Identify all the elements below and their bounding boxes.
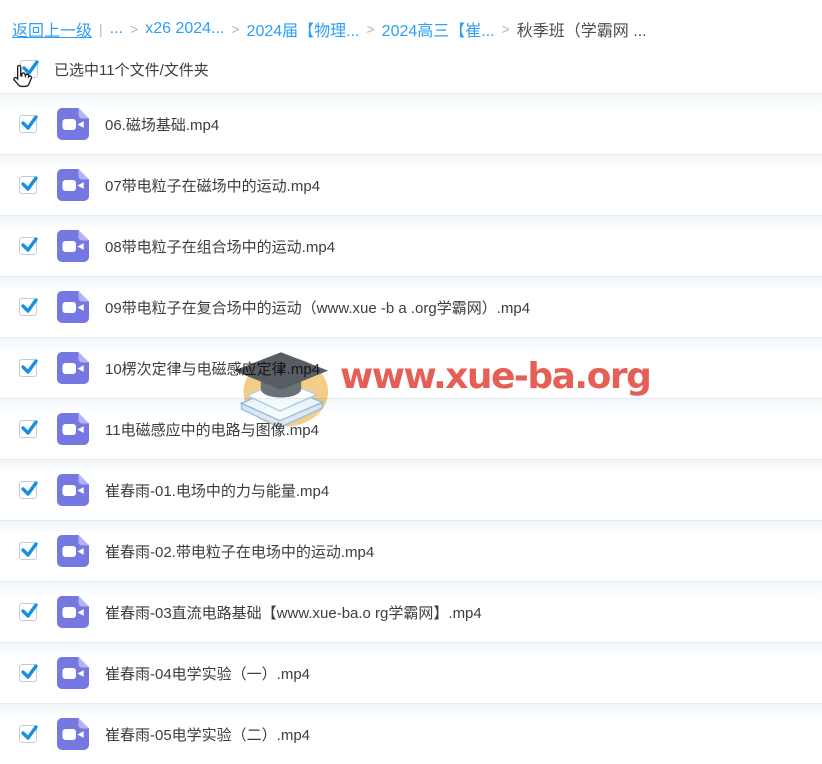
breadcrumb-item-2[interactable]: 2024届【物理...	[247, 17, 360, 41]
file-row[interactable]: 10楞次定律与电磁感应定律.mp4	[0, 337, 822, 398]
breadcrumb-item-1[interactable]: x26 2024...	[145, 20, 224, 38]
hand-pointer-cursor-icon	[8, 62, 38, 94]
breadcrumb-pipe: |	[99, 21, 103, 37]
file-name[interactable]: 崔春雨-01.电场中的力与能量.mp4	[105, 480, 329, 501]
file-name[interactable]: 06.磁场基础.mp4	[105, 114, 219, 135]
checkmark-icon	[19, 723, 39, 743]
file-name[interactable]: 10楞次定律与电磁感应定律.mp4	[105, 358, 320, 379]
file-row[interactable]: 07带电粒子在磁场中的运动.mp4	[0, 154, 822, 215]
breadcrumb-separator: >	[366, 21, 374, 37]
checkmark-icon	[19, 235, 39, 255]
file-checkbox[interactable]	[19, 664, 37, 682]
checkmark-icon	[19, 113, 39, 133]
checkmark-icon	[19, 357, 39, 377]
video-file-icon	[56, 534, 90, 568]
file-name[interactable]: 11电磁感应中的电路与图像.mp4	[105, 419, 319, 440]
video-file-icon	[56, 351, 90, 385]
breadcrumb-item-3[interactable]: 2024高三【崔...	[382, 17, 495, 41]
file-checkbox[interactable]	[19, 298, 37, 316]
file-row[interactable]: 09带电粒子在复合场中的运动（www.xue -b a .org学霸网）.mp4	[0, 276, 822, 337]
checkmark-icon	[19, 601, 39, 621]
video-file-icon	[56, 290, 90, 324]
video-file-icon	[56, 412, 90, 446]
file-name[interactable]: 09带电粒子在复合场中的运动（www.xue -b a .org学霸网）.mp4	[105, 297, 530, 318]
file-row[interactable]: 崔春雨-05电学实验（二）.mp4	[0, 703, 822, 764]
back-to-parent-link[interactable]: 返回上一级	[12, 17, 92, 41]
file-row[interactable]: 崔春雨-03直流电路基础【www.xue-ba.o rg学霸网】.mp4	[0, 581, 822, 642]
file-row[interactable]: 崔春雨-01.电场中的力与能量.mp4	[0, 459, 822, 520]
checkmark-icon	[19, 479, 39, 499]
video-file-icon	[56, 168, 90, 202]
checkmark-icon	[19, 540, 39, 560]
video-file-icon	[56, 595, 90, 629]
file-name[interactable]: 07带电粒子在磁场中的运动.mp4	[105, 175, 320, 196]
breadcrumb-separator: >	[130, 21, 138, 37]
breadcrumb-item-root[interactable]: ...	[110, 20, 123, 38]
checkmark-icon	[19, 174, 39, 194]
breadcrumb: 返回上一级 | ... > x26 2024... > 2024届【物理... …	[0, 0, 822, 45]
file-checkbox[interactable]	[19, 603, 37, 621]
video-file-icon	[56, 107, 90, 141]
file-name[interactable]: 崔春雨-05电学实验（二）.mp4	[105, 724, 310, 745]
video-file-icon	[56, 717, 90, 751]
file-row[interactable]: 08带电粒子在组合场中的运动.mp4	[0, 215, 822, 276]
video-file-icon	[56, 229, 90, 263]
file-checkbox[interactable]	[19, 176, 37, 194]
video-file-icon	[56, 473, 90, 507]
file-row[interactable]: 崔春雨-04电学实验（一）.mp4	[0, 642, 822, 703]
breadcrumb-item-current: 秋季班（学霸网 ...	[517, 17, 647, 41]
file-row[interactable]: 崔春雨-02.带电粒子在电场中的运动.mp4	[0, 520, 822, 581]
file-row[interactable]: 06.磁场基础.mp4	[0, 93, 822, 154]
checkmark-icon	[19, 418, 39, 438]
file-checkbox[interactable]	[19, 725, 37, 743]
file-checkbox[interactable]	[19, 542, 37, 560]
checkmark-icon	[19, 662, 39, 682]
breadcrumb-separator: >	[231, 21, 239, 37]
selection-header: 已选中11个文件/文件夹	[0, 45, 822, 93]
checkmark-icon	[19, 296, 39, 316]
file-checkbox[interactable]	[19, 420, 37, 438]
file-name[interactable]: 崔春雨-04电学实验（一）.mp4	[105, 663, 310, 684]
selection-count-label: 已选中11个文件/文件夹	[54, 59, 209, 80]
file-name[interactable]: 崔春雨-02.带电粒子在电场中的运动.mp4	[105, 541, 374, 562]
file-name[interactable]: 08带电粒子在组合场中的运动.mp4	[105, 236, 335, 257]
video-file-icon	[56, 656, 90, 690]
file-checkbox[interactable]	[19, 115, 37, 133]
file-checkbox[interactable]	[19, 481, 37, 499]
file-list: 06.磁场基础.mp4 07带电粒子在磁场中的运动.mp4 08带电粒子在组合场…	[0, 93, 822, 764]
file-row[interactable]: 11电磁感应中的电路与图像.mp4	[0, 398, 822, 459]
breadcrumb-separator: >	[502, 21, 510, 37]
file-name[interactable]: 崔春雨-03直流电路基础【www.xue-ba.o rg学霸网】.mp4	[105, 602, 482, 623]
file-checkbox[interactable]	[19, 359, 37, 377]
file-checkbox[interactable]	[19, 237, 37, 255]
